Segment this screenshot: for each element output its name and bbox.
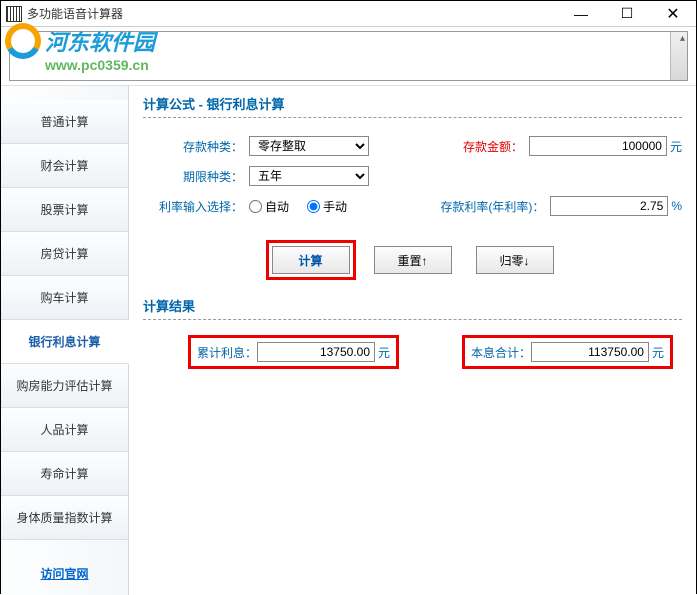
sidebar-item-normal[interactable]: 普通计算 [1, 100, 128, 144]
content-panel: 计算公式 - 银行利息计算 存款种类： 零存整取 存款金额： 元 期限种类： 五… [129, 86, 696, 595]
period-select[interactable]: 五年 [249, 166, 369, 186]
sidebar-item-stock[interactable]: 股票计算 [1, 188, 128, 232]
scrollbar-up-icon[interactable]: ▴ [680, 33, 685, 44]
rate-label: 存款利率(年利率)： [440, 198, 544, 215]
interest-result-group: 累计利息： 元 [191, 338, 396, 366]
sidebar-footer: 访问官网 [1, 553, 128, 595]
zero-button[interactable]: 归零↓ [476, 246, 554, 274]
interest-output [257, 342, 375, 362]
rate-suffix: % [671, 199, 682, 213]
sidebar-item-mortgage[interactable]: 房贷计算 [1, 232, 128, 276]
calculate-button[interactable]: 计算 [272, 246, 350, 274]
close-button[interactable]: ✕ [650, 1, 696, 27]
period-label: 期限种类： [143, 168, 243, 185]
total-suffix: 元 [652, 344, 664, 361]
interest-label: 累计利息： [197, 344, 257, 361]
rate-mode-label: 利率输入选择： [143, 198, 243, 215]
reset-button[interactable]: 重置↑ [374, 246, 452, 274]
rate-input[interactable] [550, 196, 668, 216]
deposit-type-label: 存款种类： [143, 138, 243, 155]
total-label: 本息合计： [471, 344, 531, 361]
sidebar-item-bank-interest[interactable]: 银行利息计算 [1, 320, 129, 364]
amount-suffix: 元 [670, 138, 682, 155]
sidebar-item-housing-ability[interactable]: 购房能力评估计算 [1, 364, 128, 408]
window-title: 多功能语音计算器 [27, 5, 558, 22]
deposit-type-select[interactable]: 零存整取 [249, 136, 369, 156]
minimize-button[interactable]: — [558, 1, 604, 27]
result-title: 计算结果 [143, 296, 682, 320]
formula-title: 计算公式 - 银行利息计算 [143, 94, 682, 118]
maximize-button[interactable]: ☐ [604, 1, 650, 27]
total-result-group: 本息合计： 元 [465, 338, 670, 366]
display-area: ▴ [9, 31, 688, 81]
sidebar-item-accounting[interactable]: 财会计算 [1, 144, 128, 188]
rate-mode-manual-radio[interactable]: 手动 [307, 198, 347, 215]
titlebar: 多功能语音计算器 — ☐ ✕ [1, 1, 696, 27]
sidebar-item-life[interactable]: 寿命计算 [1, 452, 128, 496]
app-icon [6, 6, 22, 22]
total-output [531, 342, 649, 362]
sidebar-item-bmi[interactable]: 身体质量指数计算 [1, 496, 128, 540]
sidebar-item-character[interactable]: 人品计算 [1, 408, 128, 452]
official-site-link[interactable]: 访问官网 [40, 567, 88, 581]
sidebar: 普通计算 财会计算 股票计算 房贷计算 购车计算 银行利息计算 购房能力评估计算… [1, 86, 129, 595]
amount-label: 存款金额： [463, 138, 523, 155]
rate-mode-auto-radio[interactable]: 自动 [249, 198, 289, 215]
sidebar-item-car[interactable]: 购车计算 [1, 276, 128, 320]
interest-suffix: 元 [378, 344, 390, 361]
amount-input[interactable] [529, 136, 667, 156]
